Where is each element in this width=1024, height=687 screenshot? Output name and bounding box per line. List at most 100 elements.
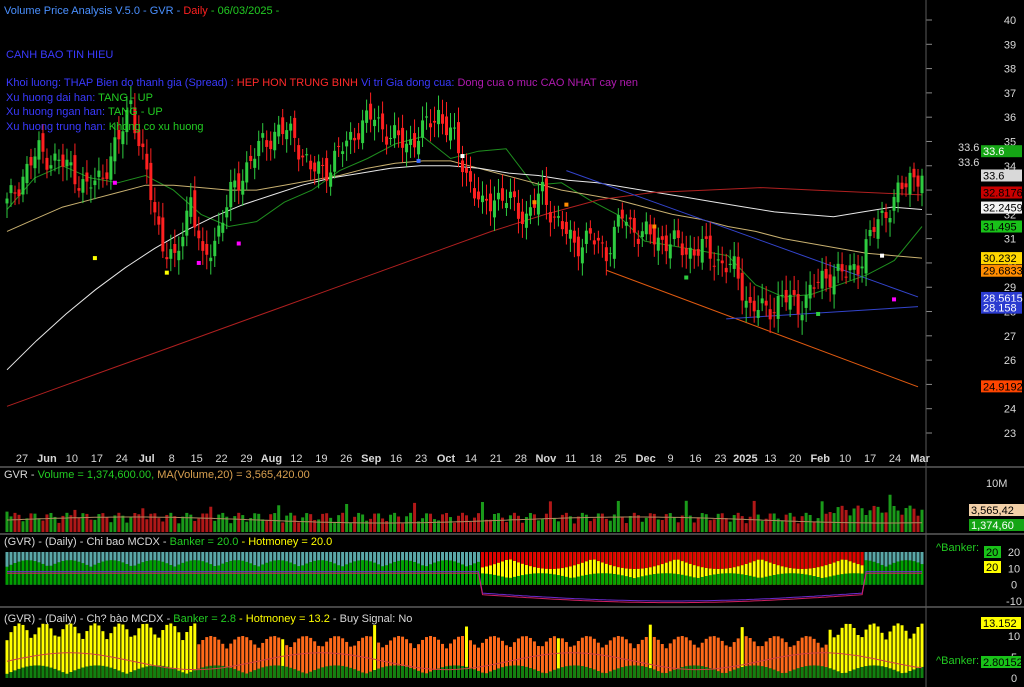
volume-bar: [624, 523, 628, 532]
candle-body: [744, 300, 748, 308]
mcdx-1-bar-banker: [265, 562, 269, 585]
mcdx-1-bar-banker: [277, 560, 281, 585]
candle-body: [680, 243, 684, 256]
mcdx-1-bar-banker: [253, 565, 257, 585]
mcdx-1-bar-retail: [528, 552, 532, 567]
volume-bar: [704, 514, 708, 532]
candle-body: [672, 230, 676, 240]
mcdx-2-bar: [900, 625, 904, 678]
mcdx-1-bar-retail: [596, 552, 600, 562]
mcdx-1-bar-banker: [728, 573, 732, 585]
mcdx-1-bar-retail: [620, 552, 624, 568]
mcdx-1-bar-banker: [776, 574, 780, 585]
volume-bar: [468, 522, 472, 532]
volume-bar: [189, 514, 193, 532]
candle-body: [920, 175, 924, 194]
mcdx-1-bar-banker: [556, 575, 560, 585]
mcdx-1-badge-1-text: 20: [986, 547, 998, 559]
volume-bar: [161, 521, 165, 532]
volume-bar: [648, 513, 652, 532]
mcdx-2-bar-banker: [744, 666, 748, 678]
price-tick-label: 23: [1004, 428, 1016, 440]
mcdx-1-bar-retail: [716, 552, 720, 569]
candle-body: [173, 243, 177, 253]
volume-bar: [345, 503, 349, 532]
mcdx-2-bar-banker: [636, 665, 640, 678]
mcdx-1-bar-banker: [780, 573, 784, 585]
volume-bar: [129, 517, 133, 532]
mcdx-1-bar-retail: [816, 552, 820, 568]
volume-bar: [461, 512, 465, 532]
volume-bar: [233, 516, 237, 532]
volume-value-label: Volume = 1,374,600.00,: [38, 469, 158, 481]
mcdx-1-bar-banker: [133, 565, 137, 585]
volume-bar: [77, 517, 81, 532]
mcdx-2-bar-banker: [520, 666, 524, 678]
candle-body: [900, 182, 904, 189]
mcdx-1-bar-banker: [764, 576, 768, 585]
mcdx-2-bar-banker: [848, 671, 852, 678]
mcdx-2-bar-banker: [337, 665, 341, 678]
volume-bar: [660, 520, 664, 532]
volume-bar: [393, 512, 397, 532]
candle-body: [77, 188, 81, 191]
mcdx-1-bar-banker: [281, 560, 285, 585]
mcdx-1-bar-banker: [488, 574, 492, 585]
candle-body: [73, 155, 77, 185]
mcdx-1-bar-banker: [540, 573, 544, 585]
mcdx-1-bar-banker: [836, 574, 840, 585]
candle-body: [904, 183, 908, 188]
mcdx-1-bar-retail: [752, 552, 756, 562]
mcdx-1-bar-retail: [532, 552, 536, 568]
volume-bar: [556, 521, 560, 532]
mcdx-1-bar-banker: [892, 562, 896, 585]
mcdx-2-bar-banker: [425, 673, 429, 678]
volume-bar: [708, 520, 712, 532]
mcdx-1-bar-banker: [389, 563, 393, 585]
mcdx-2-bar-banker: [301, 672, 305, 678]
mcdx-2-bar-banker: [660, 672, 664, 678]
mcdx-2-bar-banker: [305, 673, 309, 678]
mcdx-2-bar-banker: [696, 665, 700, 678]
title-period: Daily: [183, 5, 208, 17]
candle-body: [508, 191, 512, 198]
mcdx-2-bar-banker: [121, 672, 125, 678]
mcdx-1-bar-retail: [776, 552, 780, 566]
volume-bar: [488, 519, 492, 532]
mcdx-1-bar-retail: [648, 552, 652, 568]
candle-body: [237, 173, 241, 191]
candle-body: [772, 312, 776, 314]
mcdx-1-bar-retail: [512, 552, 516, 561]
mcdx-1-bar-banker: [624, 576, 628, 585]
volume-bar: [720, 513, 724, 532]
volume-bar: [544, 513, 548, 532]
mcdx-2-bar-banker: [648, 668, 652, 678]
mcdx-1-bar-banker: [429, 564, 433, 585]
mcdx-1-bar-banker: [333, 563, 337, 585]
mcdx-2-bar-banker: [600, 672, 604, 678]
mcdx-2-bar-banker: [764, 667, 768, 678]
candle-body: [536, 193, 540, 215]
mcdx-1-bar-banker: [760, 577, 764, 585]
volume-bar: [504, 522, 508, 532]
mcdx-2-bar-banker: [880, 666, 884, 678]
mcdx-1-bar-retail: [680, 552, 684, 562]
mcdx-1-bar-banker: [528, 573, 532, 585]
mcdx-2-bar: [848, 623, 852, 678]
candle-body: [441, 114, 445, 124]
candle-body: [724, 267, 728, 273]
candle-body: [57, 159, 61, 161]
mcdx-1-bar-retail: [728, 552, 732, 569]
mcdx-1-bar-banker: [744, 574, 748, 585]
candle-body: [365, 110, 369, 123]
volume-bar: [433, 519, 437, 532]
volume-bar: [281, 522, 285, 532]
mcdx-1-bar-banker: [644, 575, 648, 585]
candle-body: [29, 157, 33, 166]
candle-body: [297, 145, 301, 160]
mcdx-2-bar-banker: [604, 673, 608, 678]
volume-bar: [241, 515, 245, 532]
candle-body: [676, 230, 680, 238]
volume-bar: [13, 512, 17, 532]
mcdx-1-bar-banker: [97, 562, 101, 585]
